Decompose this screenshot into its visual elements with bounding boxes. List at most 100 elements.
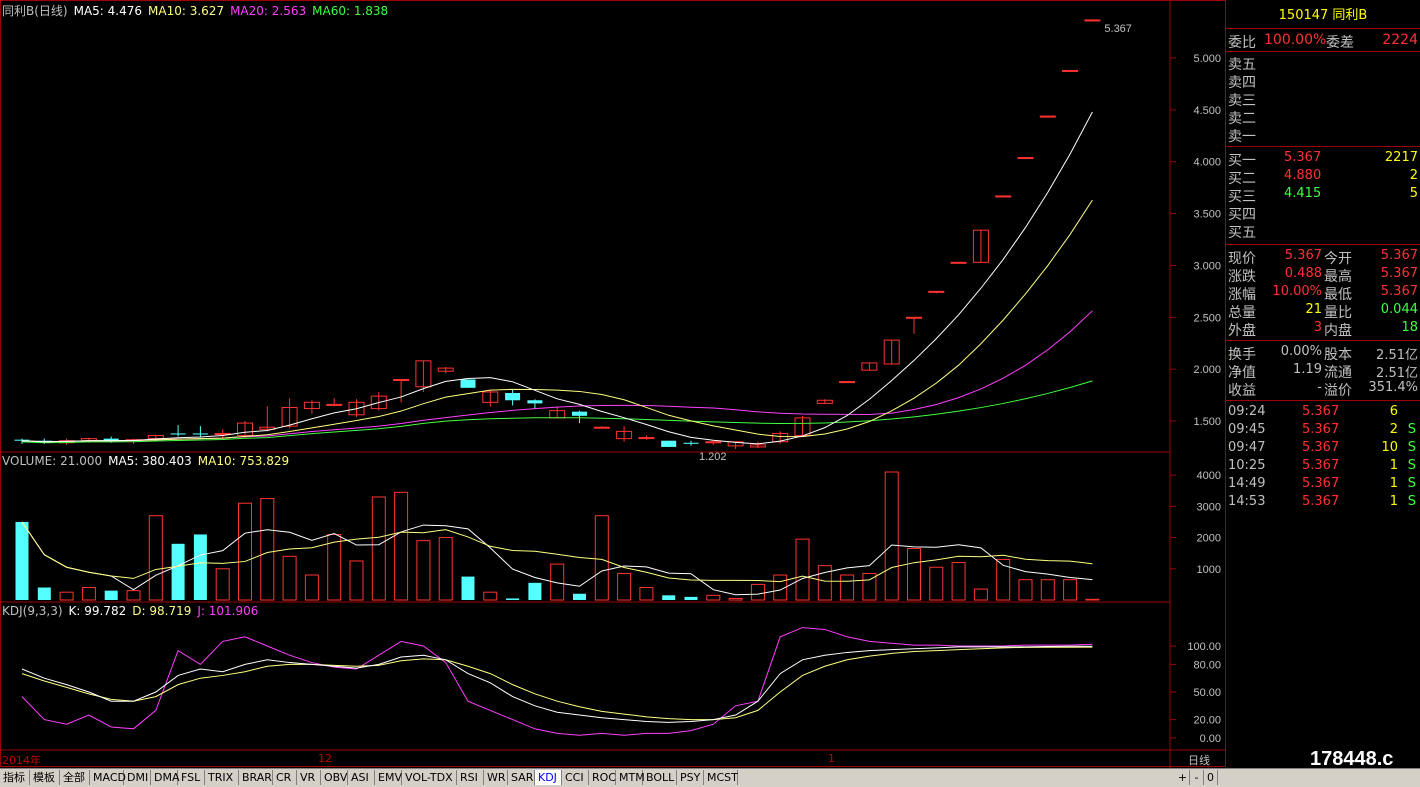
tab-mtm[interactable]: MTM xyxy=(616,770,645,785)
volume-bar-up xyxy=(126,590,141,601)
volume-bar-up xyxy=(371,496,386,601)
price-tick-label: 3.500 xyxy=(1193,209,1221,221)
chart-frame xyxy=(0,0,1226,767)
tab-dmi[interactable]: DMI xyxy=(124,770,151,785)
tab-sar[interactable]: SAR xyxy=(508,770,535,785)
volume-tick-label: 4000 xyxy=(1197,470,1221,482)
tab-vr[interactable]: VR xyxy=(297,770,321,785)
stat-value: 2.51亿 xyxy=(1376,366,1418,381)
tab-全部[interactable]: 全部 xyxy=(60,770,90,785)
tab-trix[interactable]: TRIX xyxy=(205,770,239,785)
scroll-button[interactable]: 0 xyxy=(1204,770,1218,785)
stat-label: 流通 xyxy=(1324,365,1352,381)
volume-bar-up xyxy=(817,565,832,601)
tab-roc[interactable]: ROC xyxy=(589,770,616,785)
sell-level-row: 卖三 xyxy=(1226,90,1420,109)
candle-body-down xyxy=(192,433,208,435)
volume-bar-up xyxy=(706,594,721,601)
quote-value: 18 xyxy=(1401,320,1418,335)
tab-boll[interactable]: BOLL xyxy=(643,770,677,785)
volume-bar-down xyxy=(15,521,29,600)
period-label[interactable]: 日线 xyxy=(1188,752,1210,768)
tab-mcst[interactable]: MCST xyxy=(704,770,738,785)
quote-value: 0.488 xyxy=(1284,266,1322,281)
tab-fsl[interactable]: FSL xyxy=(178,770,205,785)
quote-row: 外盘 3 内盘 18 xyxy=(1226,320,1420,339)
volume-bar-up xyxy=(1085,598,1100,601)
tick-time: 09:47 xyxy=(1228,440,1266,455)
wei-bi-row: 委比 100.00% 委差 2224 xyxy=(1228,32,1418,51)
buy-level-row: 买二 4.880 2 xyxy=(1226,168,1420,187)
tab-wr[interactable]: WR xyxy=(484,770,508,785)
tick-side: S xyxy=(1407,440,1416,455)
ma5-line xyxy=(21,111,1093,445)
price-tick-label: 4.500 xyxy=(1193,105,1221,117)
kdj-d-line xyxy=(21,646,1093,721)
candle-body-down xyxy=(572,411,587,416)
tab-dma[interactable]: DMA xyxy=(151,770,180,785)
tick-side: S xyxy=(1407,494,1416,509)
vol-ma10-readout: MA10: 753.829 xyxy=(197,454,290,468)
volume-header: VOLUME: 21.000 MA5: 380.403 MA10: 753.829 xyxy=(2,454,295,468)
sell-level-row: 卖一 xyxy=(1226,126,1420,145)
tick-price: 5.367 xyxy=(1302,476,1340,491)
candle-body-down xyxy=(170,433,186,435)
ma5-readout: MA5: 4.476 xyxy=(73,4,143,18)
tab-指标[interactable]: 指标 xyxy=(0,770,30,785)
scroll-button[interactable]: - xyxy=(1190,770,1204,785)
tick-row: 09:24 5.367 6 xyxy=(1226,404,1420,422)
volume-bar-up xyxy=(238,502,252,601)
volume-tick-label: 3000 xyxy=(1197,501,1221,513)
quote-label: 最低 xyxy=(1324,287,1352,303)
kdj-tick-label: 50.00 xyxy=(1193,687,1221,699)
tab-emv[interactable]: EMV xyxy=(375,770,402,785)
tick-time: 10:25 xyxy=(1228,458,1266,473)
tab-模板[interactable]: 模板 xyxy=(30,770,60,785)
quote-label: 最高 xyxy=(1324,269,1352,285)
sell-level-label: 卖三 xyxy=(1228,93,1256,109)
candle-body-down xyxy=(661,440,677,447)
tab-cr[interactable]: CR xyxy=(273,770,297,785)
volume-bar-up xyxy=(59,591,74,601)
volume-bar-up xyxy=(349,560,364,601)
tab-cci[interactable]: CCI xyxy=(562,770,589,785)
chart-area[interactable]: 5.000 4.500 4.000 3.500 3.000 2.500 2.000 1.500… xyxy=(0,0,1226,768)
tab-brar[interactable]: BRAR xyxy=(239,770,273,785)
tab-obv[interactable]: OBV xyxy=(321,770,348,785)
volume-bar-up xyxy=(394,491,409,601)
volume-bar-up xyxy=(728,597,743,601)
tab-vol-tdx[interactable]: VOL-TDX xyxy=(402,770,457,785)
volume-bar-up xyxy=(1040,579,1055,601)
volume-bar-up xyxy=(483,591,498,601)
sell-level-label: 卖五 xyxy=(1228,57,1256,73)
sell-level-label: 卖二 xyxy=(1228,111,1256,127)
quote-row: 涨幅 10.00% 最低 5.367 xyxy=(1226,284,1420,303)
volume-bar-down xyxy=(37,587,51,600)
tick-time: 14:49 xyxy=(1228,476,1266,491)
tab-asi[interactable]: ASI xyxy=(348,770,375,785)
candle-body-down xyxy=(527,400,543,404)
stat-label: 溢价 xyxy=(1324,383,1352,399)
candle-body-up xyxy=(839,381,856,384)
quote-label: 涨幅 xyxy=(1228,287,1256,303)
tab-kdj[interactable]: KDJ xyxy=(535,770,562,785)
price-tick-label: 3.000 xyxy=(1193,260,1221,272)
tick-time: 09:45 xyxy=(1228,422,1266,437)
candle-body-up xyxy=(326,403,343,406)
ma20-readout: MA20: 2.563 xyxy=(230,4,307,18)
stock-code-name: 150147 同利B xyxy=(1278,8,1368,23)
tab-psy[interactable]: PSY xyxy=(677,770,704,785)
volume-bar-up xyxy=(951,562,966,601)
volume-bar-up xyxy=(81,587,96,601)
volume-bar-up xyxy=(594,515,609,601)
price-tick-label: 1.500 xyxy=(1193,416,1221,428)
buy-level-label: 买四 xyxy=(1228,207,1256,223)
buy-level-label: 买一 xyxy=(1228,153,1256,169)
buy-level-row: 买五 xyxy=(1226,222,1420,241)
quote-value: 5.367 xyxy=(1380,248,1418,263)
tick-volume: 1 xyxy=(1389,476,1398,491)
scroll-button[interactable]: + xyxy=(1176,770,1190,785)
quote-row: 涨跌 0.488 最高 5.367 xyxy=(1226,266,1420,285)
tab-rsi[interactable]: RSI xyxy=(457,770,484,785)
tab-macd[interactable]: MACD xyxy=(90,770,126,785)
